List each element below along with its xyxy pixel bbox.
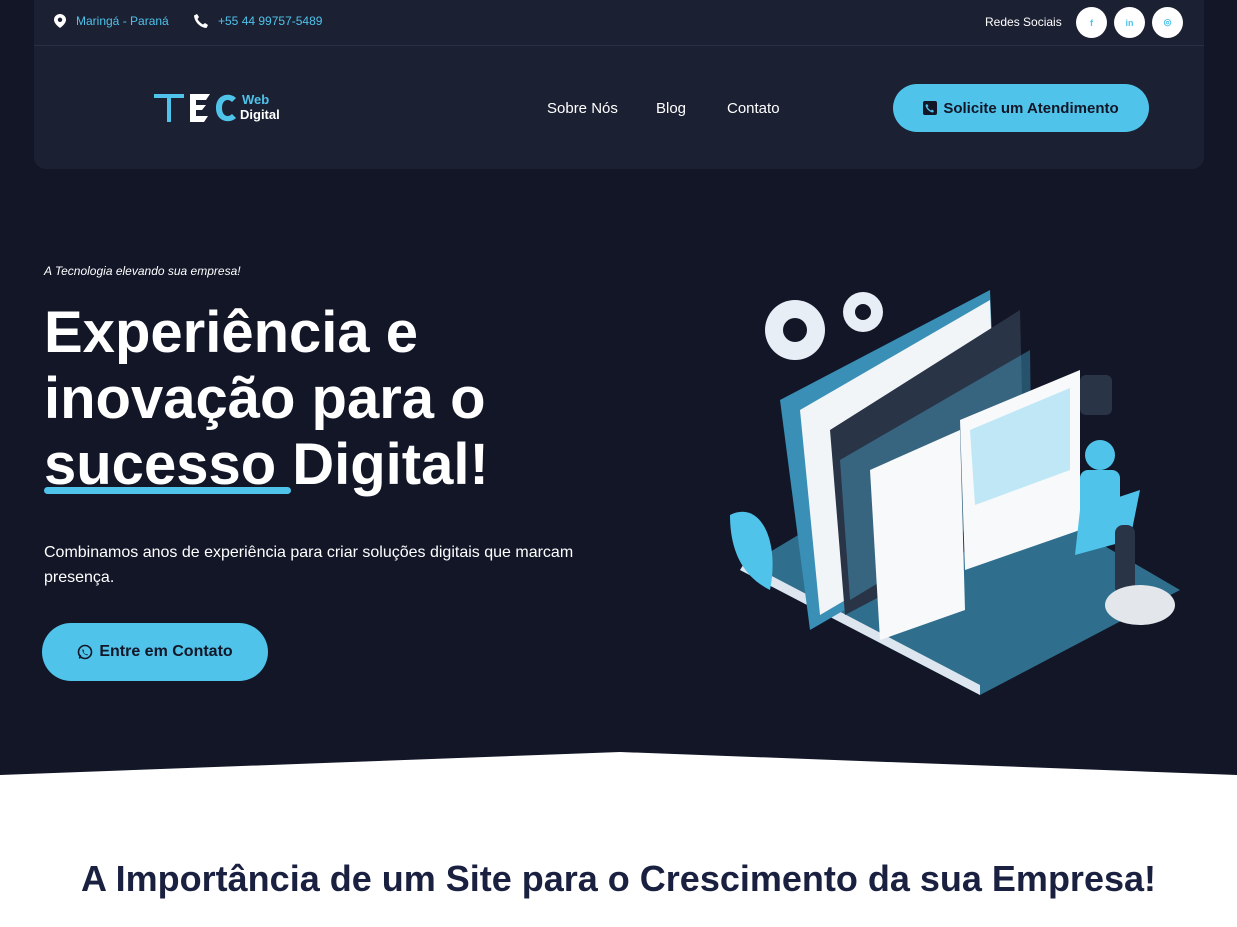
map-pin-icon: [54, 14, 66, 28]
phone-icon: [194, 14, 208, 28]
location-info: Maringá - Paraná: [54, 14, 169, 28]
whatsapp-icon: [78, 644, 93, 660]
headline-underline: [44, 487, 291, 494]
nav-blog[interactable]: Blog: [656, 100, 686, 117]
contact-button-label: Entre em Contato: [99, 643, 233, 660]
phone-square-icon: [923, 101, 938, 115]
developer-laptop-illustration: [730, 290, 1180, 695]
request-service-button[interactable]: Solicite um Atendimento: [893, 84, 1149, 132]
contact-button[interactable]: Entre em Contato: [42, 623, 268, 681]
social-label: Redes Sociais: [985, 15, 1062, 29]
facebook-icon[interactable]: f: [1076, 7, 1107, 38]
location-text: Maringá - Paraná: [76, 14, 169, 28]
instagram-icon[interactable]: ◎: [1152, 7, 1183, 38]
request-service-label: Solicite um Atendimento: [943, 99, 1119, 117]
phone-info[interactable]: +55 44 99757-5489: [194, 14, 322, 28]
hero-headline: Experiência e inovação para o sucesso Di…: [44, 300, 664, 498]
phone-text[interactable]: +55 44 99757-5489: [218, 14, 322, 28]
linkedin-icon[interactable]: in: [1114, 7, 1145, 38]
logo-digital-text: Digital: [240, 107, 280, 122]
section-title: A Importância de um Site para o Crescime…: [81, 858, 1156, 899]
gear-icon: [765, 292, 883, 360]
main-navbar: Web Digital Sobre Nós Blog Contato Solic…: [34, 45, 1204, 169]
logo-web-text: Web: [242, 92, 269, 107]
nav-contato[interactable]: Contato: [727, 100, 780, 117]
nav-sobre-nos[interactable]: Sobre Nós: [547, 100, 618, 117]
hero-description: Combinamos anos de experiência para cria…: [44, 544, 574, 586]
headline-line-2: inovação para o: [44, 366, 486, 431]
hero-tagline: A Tecnologia elevando sua empresa!: [44, 264, 241, 278]
headline-line-1: Experiência e: [44, 300, 418, 365]
top-bar: Maringá - Paraná +55 44 99757-5489 Redes…: [34, 0, 1204, 45]
tec-web-digital-logo[interactable]: Web Digital: [154, 88, 284, 128]
